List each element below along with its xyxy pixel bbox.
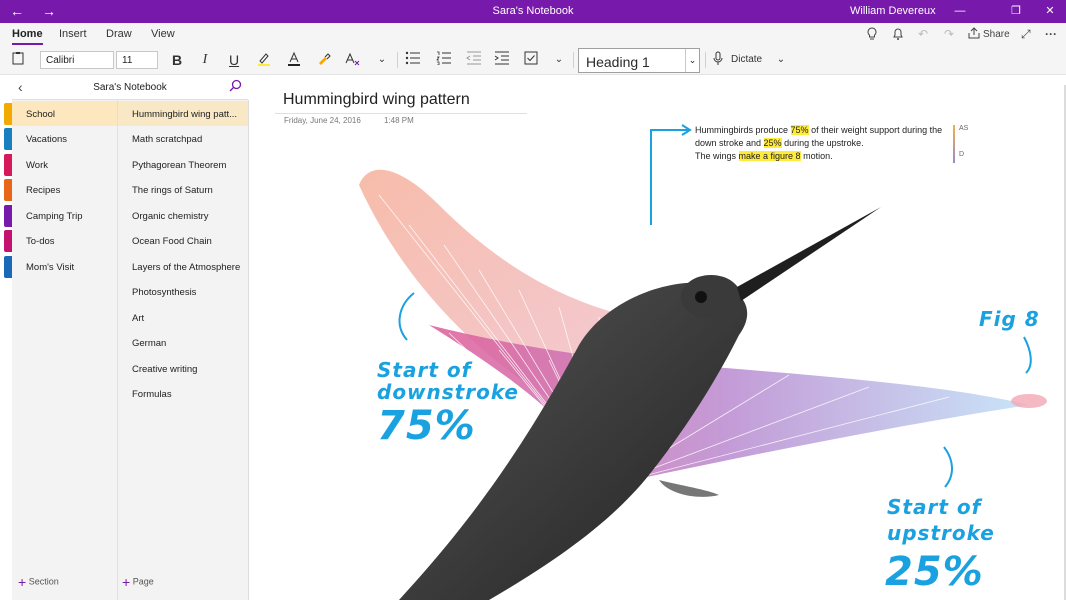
font-size-input[interactable]: 11: [116, 51, 158, 69]
decrease-indent-icon[interactable]: [464, 51, 484, 69]
font-name-input[interactable]: Calibri: [40, 51, 114, 69]
tab-draw[interactable]: Draw: [106, 28, 132, 40]
dictate-chevron-icon[interactable]: ⌄: [771, 51, 791, 69]
ribbon-tabs: Home Insert Draw View ↶ ↷ Share ⤢ ···: [0, 23, 1066, 45]
section-color-tab[interactable]: [4, 154, 12, 176]
page-item[interactable]: Math scratchpad: [118, 126, 248, 151]
section-color-tab[interactable]: [4, 103, 12, 125]
section-item-school[interactable]: School: [12, 101, 117, 126]
page-item[interactable]: German: [118, 330, 248, 355]
close-icon[interactable]: ✕: [1040, 3, 1060, 19]
section-color-tab[interactable]: [4, 230, 12, 252]
minimize-icon[interactable]: —: [950, 3, 970, 19]
tab-insert[interactable]: Insert: [59, 28, 87, 40]
italic-button[interactable]: I: [195, 51, 215, 69]
section-color-tab[interactable]: [4, 179, 12, 201]
more-formatting-chevron-icon[interactable]: ⌄: [372, 51, 392, 69]
section-item-recipes[interactable]: Recipes: [12, 177, 117, 202]
bell-icon[interactable]: [892, 27, 904, 44]
section-color-strip: [0, 75, 12, 600]
share-button[interactable]: Share: [983, 29, 1010, 40]
bold-button[interactable]: B: [167, 51, 187, 69]
redo-icon[interactable]: ↷: [944, 27, 954, 41]
plus-icon: +: [122, 574, 131, 590]
page-item[interactable]: Photosynthesis: [118, 279, 248, 304]
toolbar-separator: [397, 52, 398, 68]
share-icon[interactable]: [968, 27, 980, 42]
page-item[interactable]: Creative writing: [118, 356, 248, 381]
chevron-down-icon[interactable]: ⌄: [685, 49, 699, 72]
paragraph-style-select[interactable]: Heading 1 ⌄: [578, 48, 700, 73]
section-item-moms-visit[interactable]: Mom's Visit: [12, 254, 117, 279]
section-item-work[interactable]: Work: [12, 152, 117, 177]
clipboard-icon[interactable]: [8, 51, 28, 69]
page-item[interactable]: The rings of Saturn: [118, 177, 248, 202]
page-item[interactable]: Art: [118, 305, 248, 330]
ink-annotation[interactable]: Start of: [377, 358, 471, 382]
section-color-tab[interactable]: [4, 256, 12, 278]
ink-annotation[interactable]: Fig 8: [979, 307, 1040, 331]
plus-icon: +: [18, 574, 27, 590]
tags-chevron-icon[interactable]: ⌄: [549, 51, 569, 69]
dictate-button[interactable]: Dictate: [731, 54, 762, 65]
format-painter-icon[interactable]: [314, 51, 334, 69]
tab-home[interactable]: Home: [12, 28, 43, 45]
underline-button[interactable]: U: [224, 51, 244, 69]
ink-annotation[interactable]: downstroke: [377, 380, 519, 404]
ink-annotation[interactable]: Start of: [887, 495, 981, 519]
tab-view[interactable]: View: [151, 28, 175, 40]
add-page-button[interactable]: + Page: [122, 574, 154, 590]
section-item-camping-trip[interactable]: Camping Trip: [12, 203, 117, 228]
pages-list: Hummingbird wing patt... Math scratchpad…: [118, 100, 249, 600]
bullet-list-icon[interactable]: [403, 51, 423, 69]
formatting-toolbar: Calibri 11 B I U ⌄ ⌄ Heading 1 ⌄ Dictate…: [0, 45, 1066, 75]
add-section-label: Section: [28, 576, 59, 587]
ink-annotation[interactable]: 25%: [885, 549, 984, 595]
page-item[interactable]: Layers of the Atmosphere: [118, 254, 248, 279]
toolbar-separator: [573, 52, 574, 68]
title-bar: ← → Sara's Notebook William Devereux — ❐…: [0, 0, 1066, 23]
page-item[interactable]: Ocean Food Chain: [118, 228, 248, 253]
page-item[interactable]: Hummingbird wing patt...: [118, 101, 248, 126]
page-item[interactable]: Pythagorean Theorem: [118, 152, 248, 177]
add-page-label: Page: [132, 576, 154, 587]
ink-annotation[interactable]: 75%: [377, 403, 476, 449]
expand-icon[interactable]: ⤢: [1021, 27, 1031, 42]
highlighter-icon[interactable]: [254, 51, 274, 69]
undo-icon[interactable]: ↶: [918, 27, 928, 41]
more-options-icon[interactable]: ···: [1045, 27, 1057, 41]
page-item[interactable]: Organic chemistry: [118, 203, 248, 228]
toolbar-separator: [705, 52, 706, 68]
increase-indent-icon[interactable]: [492, 51, 512, 69]
microphone-icon[interactable]: [708, 51, 728, 69]
paragraph-style-value: Heading 1: [586, 54, 650, 70]
page-item[interactable]: Formulas: [118, 381, 248, 406]
section-item-todos[interactable]: To-dos: [12, 228, 117, 253]
add-section-button[interactable]: + Section: [18, 574, 59, 590]
lightbulb-icon[interactable]: [866, 27, 878, 44]
user-name[interactable]: William Devereux: [850, 5, 936, 17]
section-item-vacations[interactable]: Vacations: [12, 126, 117, 151]
page-canvas[interactable]: Hummingbird wing pattern Friday, June 24…: [249, 75, 1066, 600]
section-color-tab[interactable]: [4, 205, 12, 227]
restore-icon[interactable]: ❐: [1006, 3, 1026, 19]
sections-list: School Vacations Work Recipes Camping Tr…: [12, 100, 118, 600]
section-color-tab[interactable]: [4, 128, 12, 150]
clear-formatting-icon[interactable]: [343, 51, 363, 69]
font-color-icon[interactable]: [284, 51, 304, 69]
search-icon[interactable]: [229, 79, 242, 95]
numbered-list-icon[interactable]: [434, 51, 454, 69]
notebook-name[interactable]: Sara's Notebook: [12, 82, 248, 93]
notebook-header: ‹ Sara's Notebook: [12, 75, 248, 100]
checkbox-tag-icon[interactable]: [521, 51, 541, 69]
ink-annotation[interactable]: upstroke: [887, 521, 995, 545]
